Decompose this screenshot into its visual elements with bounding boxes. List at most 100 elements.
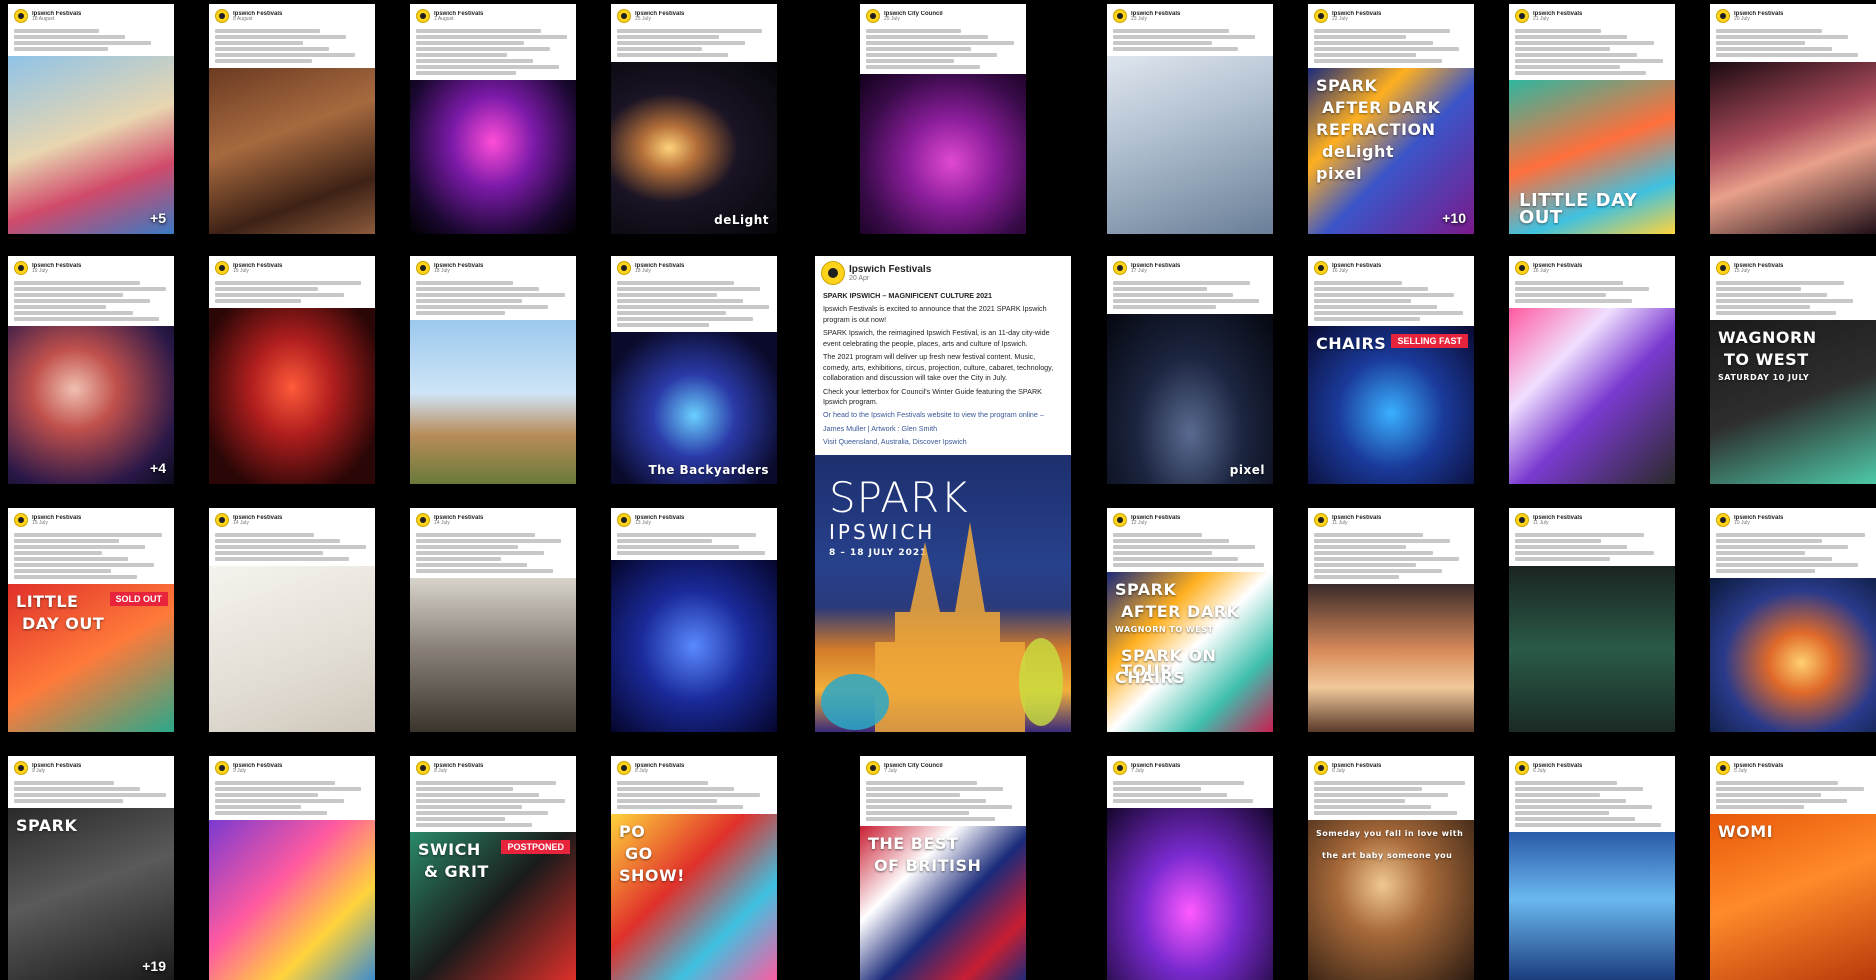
post-card[interactable]: Ipswich City Council 7 July THE BEST OF BRI… (860, 756, 1026, 980)
post-card[interactable]: Ipswich Festivals 25 July deLight (611, 4, 777, 234)
post-date[interactable]: 15 July (32, 520, 81, 526)
post-date[interactable]: 21 July (1533, 16, 1582, 22)
post-date[interactable]: 17 July (1131, 268, 1180, 274)
post-card[interactable]: Ipswich Festivals 11 July (1509, 508, 1675, 732)
post-image[interactable]: SWICH & GRIT POSTPONED (410, 832, 576, 980)
more-photos-count[interactable]: +10 (1442, 210, 1466, 226)
page-avatar[interactable] (14, 9, 28, 23)
post-image[interactable] (209, 566, 375, 732)
post-image[interactable] (1710, 62, 1876, 234)
post-card[interactable]: Ipswich Festivals 14 July (209, 508, 375, 732)
post-date[interactable]: 8 July (635, 768, 684, 774)
page-avatar[interactable] (617, 9, 631, 23)
post-date[interactable]: 8 August (233, 16, 282, 22)
post-image[interactable]: LITTLE DAY OUT (1509, 80, 1675, 234)
post-date[interactable]: 11 July (1533, 520, 1582, 526)
post-date[interactable]: 23 July (1131, 16, 1180, 22)
post-card[interactable]: Ipswich Festivals 1 August (410, 4, 576, 234)
page-avatar[interactable] (1113, 9, 1127, 23)
post-card[interactable]: Ipswich Festivals 15 July WAGNORN TO WEST SA… (1710, 256, 1876, 484)
more-photos-count[interactable]: +5 (150, 210, 166, 226)
post-card[interactable]: Ipswich Festivals 20 July (1710, 4, 1876, 234)
page-avatar[interactable] (866, 9, 880, 23)
post-image[interactable]: WOMI (1710, 814, 1876, 980)
post-card[interactable]: Ipswich Festivals 13 July (611, 508, 777, 732)
page-avatar[interactable] (1113, 261, 1127, 275)
post-card[interactable]: Ipswich Festivals 6 July Someday you fall … (1308, 756, 1474, 980)
post-image[interactable] (209, 68, 375, 234)
post-date[interactable]: 10 July (1734, 520, 1783, 526)
post-image[interactable]: PO GO SHOW! (611, 814, 777, 980)
post-image[interactable] (410, 320, 576, 484)
page-avatar[interactable] (1515, 9, 1529, 23)
page-avatar[interactable] (1113, 513, 1127, 527)
post-date[interactable]: 16 July (1533, 268, 1582, 274)
post-date[interactable]: 20 July (1734, 16, 1783, 22)
post-card[interactable]: Ipswich Festivals 17 July pixel (1107, 256, 1273, 484)
post-image[interactable] (1710, 578, 1876, 732)
post-image[interactable]: THE BEST OF BRITISH (860, 826, 1026, 980)
page-avatar[interactable] (1314, 761, 1328, 775)
page-avatar[interactable] (1515, 261, 1529, 275)
post-date[interactable]: 9 July (233, 768, 282, 774)
post-card[interactable]: Ipswich Festivals 10 July (1710, 508, 1876, 732)
page-avatar[interactable] (1113, 761, 1127, 775)
post-image[interactable] (410, 578, 576, 732)
page-avatar[interactable] (416, 261, 430, 275)
post-card[interactable]: Ipswich Festivals 7 July (1107, 756, 1273, 980)
post-date[interactable]: 1 August (434, 16, 483, 22)
page-avatar[interactable] (1716, 513, 1730, 527)
page-avatar[interactable] (14, 513, 28, 527)
post-date[interactable]: 11 July (1332, 520, 1381, 526)
post-date[interactable]: 5 July (1734, 768, 1783, 774)
post-card[interactable]: Ipswich Festivals 15 July LITTLE DAY OUT SOL… (8, 508, 174, 732)
post-card[interactable]: Ipswich Festivals 16 July CHAIRS SELLING FA… (1308, 256, 1474, 484)
post-image[interactable]: LITTLE DAY OUT SOLD OUT (8, 584, 174, 732)
post-date[interactable]: 20 Apr (849, 275, 931, 282)
page-avatar[interactable] (1515, 513, 1529, 527)
post-image[interactable] (1509, 308, 1675, 484)
post-date[interactable]: 14 July (434, 520, 483, 526)
post-image[interactable]: deLight (611, 62, 777, 234)
post-image[interactable]: Someday you fall in love with the art bab… (1308, 820, 1474, 980)
post-date[interactable]: 18 August (32, 16, 81, 22)
post-date[interactable]: 12 July (1131, 520, 1180, 526)
post-image[interactable]: SPARK +19 (8, 808, 174, 980)
post-card[interactable]: Ipswich Festivals 18 August +5 (8, 4, 174, 234)
post-image[interactable] (860, 74, 1026, 234)
post-image[interactable]: CHAIRS SELLING FAST (1308, 326, 1474, 484)
page-avatar[interactable] (416, 761, 430, 775)
post-date[interactable]: 14 July (233, 520, 282, 526)
post-image[interactable] (611, 560, 777, 732)
post-image[interactable] (410, 80, 576, 234)
post-date[interactable]: 13 July (635, 520, 684, 526)
post-date[interactable]: 7 July (1131, 768, 1180, 774)
page-avatar[interactable] (1716, 9, 1730, 23)
post-card[interactable]: Ipswich Festivals 9 July (209, 756, 375, 980)
post-card[interactable]: Ipswich Festivals 9 July SPARK +19 (8, 756, 174, 980)
post-image[interactable]: SPARK AFTER DARK WAGNORN TO WEST SPARK ON T… (1107, 572, 1273, 732)
post-card[interactable]: Ipswich Festivals 18 July (410, 256, 576, 484)
post-date[interactable]: 22 July (1332, 16, 1381, 22)
post-card[interactable]: Ipswich Festivals 8 July PO GO SHOW! (611, 756, 777, 980)
page-avatar[interactable] (1314, 513, 1328, 527)
page-avatar[interactable] (215, 513, 229, 527)
post-date[interactable]: 15 July (1734, 268, 1783, 274)
post-image[interactable]: WAGNORN TO WEST SATURDAY 10 JULY (1710, 320, 1876, 484)
post-date[interactable]: 19 July (32, 268, 81, 274)
post-card[interactable]: Ipswich Festivals 8 July SWICH & GRIT POSTPO… (410, 756, 576, 980)
post-image[interactable]: +4 (8, 326, 174, 484)
post-image[interactable] (209, 308, 375, 484)
post-image[interactable] (1308, 584, 1474, 732)
page-avatar[interactable] (617, 261, 631, 275)
featured-post-card[interactable]: Ipswich Festivals 20 Apr SPARK IPSWICH – M… (815, 256, 1071, 732)
post-card[interactable]: Ipswich Festivals 19 July +4 (8, 256, 174, 484)
page-avatar[interactable] (1314, 261, 1328, 275)
page-name[interactable]: Ipswich Festivals (849, 265, 931, 275)
post-date[interactable]: 8 July (434, 768, 483, 774)
more-photos-count[interactable]: +19 (142, 958, 166, 974)
page-avatar[interactable] (617, 513, 631, 527)
post-date[interactable]: 7 July (884, 768, 943, 774)
post-card[interactable]: Ipswich Festivals 12 July SPARK AFTER DARK W… (1107, 508, 1273, 732)
page-avatar[interactable] (1716, 761, 1730, 775)
